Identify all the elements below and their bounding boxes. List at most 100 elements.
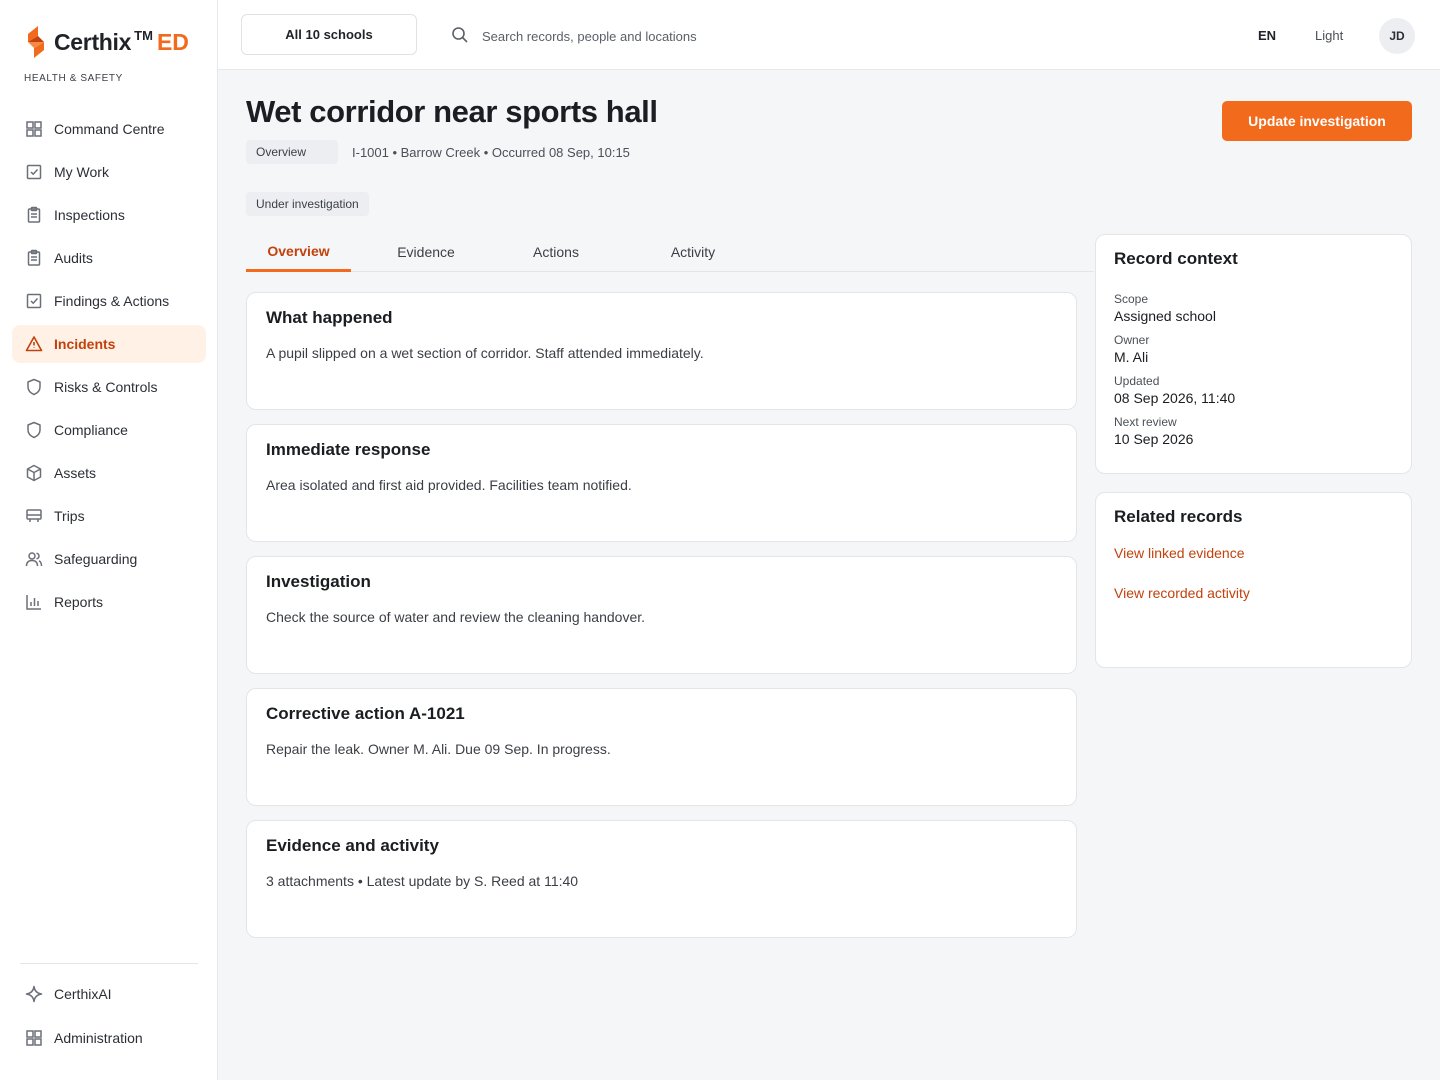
sidebar-item-assets[interactable]: Assets xyxy=(12,454,206,492)
users-icon xyxy=(24,549,44,569)
context-value: Assigned school xyxy=(1114,308,1216,324)
card-title: What happened xyxy=(266,308,393,327)
clipboard-icon xyxy=(24,205,44,225)
search-bar xyxy=(450,20,1010,52)
brand-trademark: TM xyxy=(134,27,153,43)
card-title: Corrective action A-1021 xyxy=(266,704,465,723)
context-value: M. Ali xyxy=(1114,349,1149,365)
sidebar-item-label: Safeguarding xyxy=(54,551,138,567)
sidebar-item-my-work[interactable]: My Work xyxy=(12,153,206,191)
sidebar-item-administration[interactable]: Administration xyxy=(12,1019,206,1057)
sidebar-item-label: Audits xyxy=(54,250,93,266)
clipboard-icon xyxy=(24,248,44,268)
breadcrumb-chip[interactable]: Overview xyxy=(246,140,338,164)
avatar[interactable]: JD xyxy=(1379,18,1415,54)
brand-subtitle: HEALTH & SAFETY xyxy=(24,73,123,84)
secondary-nav: CerthixAI Administration xyxy=(12,975,206,1063)
card-evidence-activity: Evidence and activity 3 attachments • La… xyxy=(246,820,1077,938)
tab-overview[interactable]: Overview xyxy=(246,232,351,272)
card-title: Investigation xyxy=(266,572,371,591)
sidebar-item-label: Findings & Actions xyxy=(54,293,170,309)
sidebar-item-label: My Work xyxy=(54,164,109,180)
theme-toggle[interactable]: Light xyxy=(1315,28,1343,43)
update-investigation-button[interactable]: Update investigation xyxy=(1222,101,1412,141)
shield-icon xyxy=(24,377,44,397)
main-nav: Command Centre My Work Inspections Audit… xyxy=(12,110,206,626)
card-body: Area isolated and first aid provided. Fa… xyxy=(266,477,632,493)
checkbox-icon xyxy=(24,291,44,311)
context-row-next-review: Next review 10 Sep 2026 xyxy=(1114,415,1393,449)
sparkle-icon xyxy=(24,984,44,1004)
context-label: Updated xyxy=(1114,374,1160,388)
brand-logo[interactable]: Certhix TM ED xyxy=(24,24,189,60)
context-row-owner: Owner M. Ali xyxy=(1114,333,1393,367)
sidebar-item-label: CerthixAI xyxy=(54,986,112,1002)
sidebar-item-label: Incidents xyxy=(54,336,116,352)
sidebar-item-label: Reports xyxy=(54,594,104,610)
school-selector[interactable]: All 10 schools xyxy=(241,14,417,55)
view-linked-evidence-link[interactable]: View linked evidence xyxy=(1114,545,1393,561)
search-icon xyxy=(450,25,472,47)
sidebar-item-audits[interactable]: Audits xyxy=(12,239,206,277)
card-body: Repair the leak. Owner M. Ali. Due 09 Se… xyxy=(266,741,611,757)
status-badge: Under investigation xyxy=(246,192,369,216)
card-body: 3 attachments • Latest update by S. Reed… xyxy=(266,873,579,889)
language-switch[interactable]: EN xyxy=(1258,28,1276,43)
card-corrective-action: Corrective action A-1021 Repair the leak… xyxy=(246,688,1077,806)
sidebar-divider xyxy=(20,963,198,964)
sidebar-item-command-centre[interactable]: Command Centre xyxy=(12,110,206,148)
search-input[interactable] xyxy=(482,28,982,44)
sidebar-item-label: Administration xyxy=(54,1030,143,1046)
panel-title: Record context xyxy=(1114,249,1238,268)
record-tabs: Overview Evidence Actions Activity xyxy=(246,232,1094,272)
context-label: Scope xyxy=(1114,292,1149,306)
card-what-happened: What happened A pupil slipped on a wet s… xyxy=(246,292,1077,410)
certhix-logo-icon xyxy=(28,26,44,58)
sidebar-item-label: Risks & Controls xyxy=(54,379,158,395)
panel-title: Related records xyxy=(1114,507,1243,526)
context-row-updated: Updated 08 Sep 2026, 11:40 xyxy=(1114,374,1393,408)
tab-actions[interactable]: Actions xyxy=(512,232,600,272)
sidebar-item-label: Compliance xyxy=(54,422,128,438)
card-title: Evidence and activity xyxy=(266,836,439,855)
grid-icon xyxy=(24,119,44,139)
sidebar-item-safeguarding[interactable]: Safeguarding xyxy=(12,540,206,578)
card-title: Immediate response xyxy=(266,440,431,459)
brand-name: Certhix xyxy=(54,28,132,55)
card-body: Check the source of water and review the… xyxy=(266,609,646,625)
checkbox-icon xyxy=(24,162,44,182)
sidebar-item-label: Assets xyxy=(54,465,97,481)
related-records-panel: Related records View linked evidence Vie… xyxy=(1095,492,1412,668)
sidebar-item-findings-actions[interactable]: Findings & Actions xyxy=(12,282,206,320)
sidebar-item-trips[interactable]: Trips xyxy=(12,497,206,535)
context-value: 10 Sep 2026 xyxy=(1114,431,1194,447)
sidebar-item-certhixai[interactable]: CerthixAI xyxy=(12,975,206,1013)
sidebar-item-inspections[interactable]: Inspections xyxy=(12,196,206,234)
record-meta: I-1001 • Barrow Creek • Occurred 08 Sep,… xyxy=(352,145,630,160)
sidebar-item-risks-controls[interactable]: Risks & Controls xyxy=(12,368,206,406)
record-context-panel: Record context Scope Assigned school Own… xyxy=(1095,234,1412,474)
tab-activity[interactable]: Activity xyxy=(648,232,738,272)
grid-icon xyxy=(24,1028,44,1048)
sidebar-item-compliance[interactable]: Compliance xyxy=(12,411,206,449)
topbar: All 10 schools EN Light JD xyxy=(218,0,1440,70)
sidebar-item-reports[interactable]: Reports xyxy=(12,583,206,621)
brand-suffix: ED xyxy=(156,28,189,55)
shield-icon xyxy=(24,420,44,440)
page-title: Wet corridor near sports hall xyxy=(246,94,658,129)
context-label: Owner xyxy=(1114,333,1150,347)
tab-evidence[interactable]: Evidence xyxy=(376,232,476,272)
card-investigation: Investigation Check the source of water … xyxy=(246,556,1077,674)
context-row-scope: Scope Assigned school xyxy=(1114,292,1393,326)
sidebar-item-label: Trips xyxy=(54,508,85,524)
context-value: 08 Sep 2026, 11:40 xyxy=(1114,390,1236,406)
sidebar-item-incidents[interactable]: Incidents xyxy=(12,325,206,363)
bus-icon xyxy=(24,506,44,526)
sidebar: Certhix TM ED HEALTH & SAFETY Command Ce… xyxy=(0,0,218,1080)
card-immediate-response: Immediate response Area isolated and fir… xyxy=(246,424,1077,542)
sidebar-item-label: Command Centre xyxy=(54,121,165,137)
view-recorded-activity-link[interactable]: View recorded activity xyxy=(1114,585,1393,601)
warning-triangle-icon xyxy=(24,334,44,354)
sidebar-item-label: Inspections xyxy=(54,207,125,223)
cube-icon xyxy=(24,463,44,483)
